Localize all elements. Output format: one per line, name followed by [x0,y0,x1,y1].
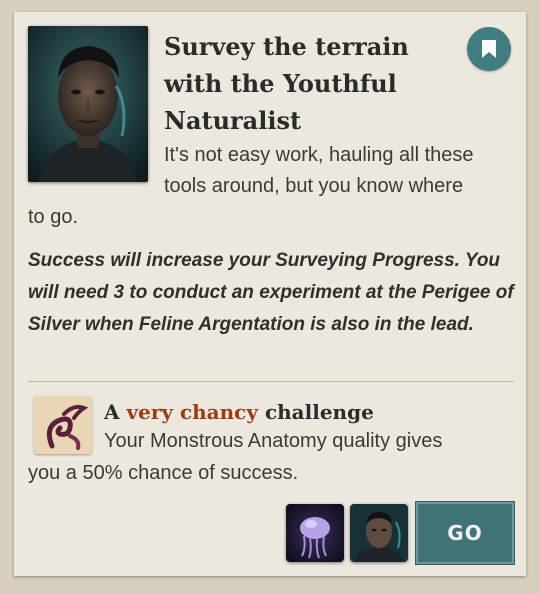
storylet-card: Survey the terrain with the Youthful Nat… [14,12,526,576]
challenge-prefix: A [104,400,120,424]
storylet-instructions: Success will increase your Surveying Pro… [28,250,514,335]
naturalist-portrait-icon[interactable] [350,504,408,562]
divider [28,381,514,382]
jellyfish-icon[interactable] [286,504,344,562]
bookmark-button[interactable] [467,27,511,71]
youthful-naturalist-portrait [28,26,148,182]
challenge-difficulty: very chancy [126,400,258,424]
go-button[interactable]: GO [415,501,515,565]
storylet-title: Survey the terrain with the Youthful Nat… [164,32,409,135]
monstrous-anatomy-icon [34,396,92,454]
challenge-title: A very chancy challenge [104,396,504,428]
storylet-description-line2: to go. [28,206,79,228]
challenge-description-line1: Your Monstrous Anatomy quality gives [104,430,443,452]
challenge-description-line2: you a 50% chance of success. [28,462,299,484]
storylet-description-line1: It's not easy work, hauling all these to… [164,144,474,197]
challenge-suffix: challenge [264,400,374,424]
bookmark-icon [482,40,496,58]
